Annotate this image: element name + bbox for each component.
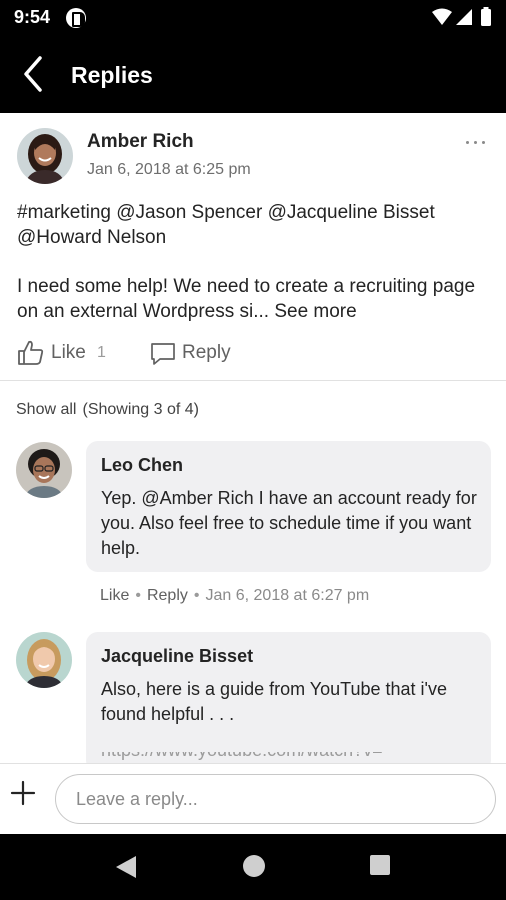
home-circle-icon[interactable] — [242, 854, 266, 878]
avatar[interactable] — [16, 442, 72, 498]
reply-bar — [0, 763, 506, 834]
reply-button[interactable]: Reply — [150, 339, 250, 367]
comment-bubble: Jacqueline Bisset Also, here is a guide … — [86, 632, 491, 772]
reply-input[interactable] — [55, 774, 496, 824]
more-icon — [466, 141, 469, 144]
battery-icon — [481, 7, 491, 26]
cell-signal-icon — [456, 9, 472, 25]
thumbs-up-icon — [18, 340, 44, 365]
comment-link-clipped: https://www.youtube.com/watch?v= — [101, 752, 481, 760]
page-title: Replies — [71, 62, 153, 88]
back-triangle-icon[interactable] — [114, 854, 138, 880]
avatar[interactable] — [16, 632, 72, 688]
comment-reply-button[interactable]: Reply — [147, 587, 188, 604]
post-body-text: I need some help! We need to create a re… — [17, 276, 476, 322]
youtube-link[interactable]: https://www.youtube.com/watch?v= — [101, 752, 481, 760]
back-button[interactable] — [14, 54, 54, 94]
post-actions: Like 1 Reply — [17, 339, 497, 369]
comments-header: Show all (Showing 3 of 4) — [16, 401, 199, 419]
post-timestamp: Jan 6, 2018 at 6:25 pm — [87, 161, 251, 178]
plus-icon — [10, 780, 36, 806]
status-bar: 9:54 — [0, 0, 506, 36]
original-post: Amber Rich Jan 6, 2018 at 6:25 pm #marke… — [0, 113, 506, 381]
comment-bubble: Leo Chen Yep. @Amber Rich I have an acco… — [86, 441, 491, 572]
show-all-link[interactable]: Show all — [16, 401, 76, 418]
app-bar: Replies — [0, 36, 506, 113]
comment-timestamp: Jan 6, 2018 at 6:27 pm — [205, 587, 370, 604]
system-navigation-bar — [0, 834, 506, 900]
like-label: Like — [51, 342, 86, 363]
comment-text: Also, here is a guide from YouTube that … — [101, 677, 481, 760]
post-author-name[interactable]: Amber Rich — [87, 131, 194, 153]
comment-icon — [151, 343, 175, 365]
reply-label: Reply — [182, 342, 231, 363]
recents-square-icon[interactable] — [369, 854, 391, 876]
status-icons — [432, 7, 496, 29]
comment-author-name[interactable]: Jacqueline Bisset — [101, 646, 253, 667]
see-more-link[interactable]: See more — [274, 301, 356, 322]
comment-text-body: Also, here is a guide from YouTube that … — [101, 679, 447, 724]
wifi-icon — [432, 8, 452, 25]
comment-text: Yep. @Amber Rich I have an account ready… — [101, 488, 477, 558]
comment-author-name[interactable]: Leo Chen — [101, 455, 183, 476]
showing-count: (Showing 3 of 4) — [82, 401, 199, 418]
comment-actions: Like • Reply • Jan 6, 2018 at 6:27 pm — [100, 587, 370, 604]
app-notification-icon — [66, 8, 86, 28]
chevron-left-icon — [24, 56, 42, 92]
comment-like-button[interactable]: Like — [100, 587, 129, 604]
more-options-button[interactable] — [464, 133, 488, 151]
status-time: 9:54 — [14, 7, 51, 27]
add-attachment-button[interactable] — [8, 778, 38, 808]
avatar[interactable] — [17, 128, 73, 184]
post-body: I need some help! We need to create a re… — [17, 274, 497, 324]
post-mentions: #marketing @Jason Spencer @Jacqueline Bi… — [17, 202, 435, 248]
like-count: 1 — [97, 344, 106, 361]
